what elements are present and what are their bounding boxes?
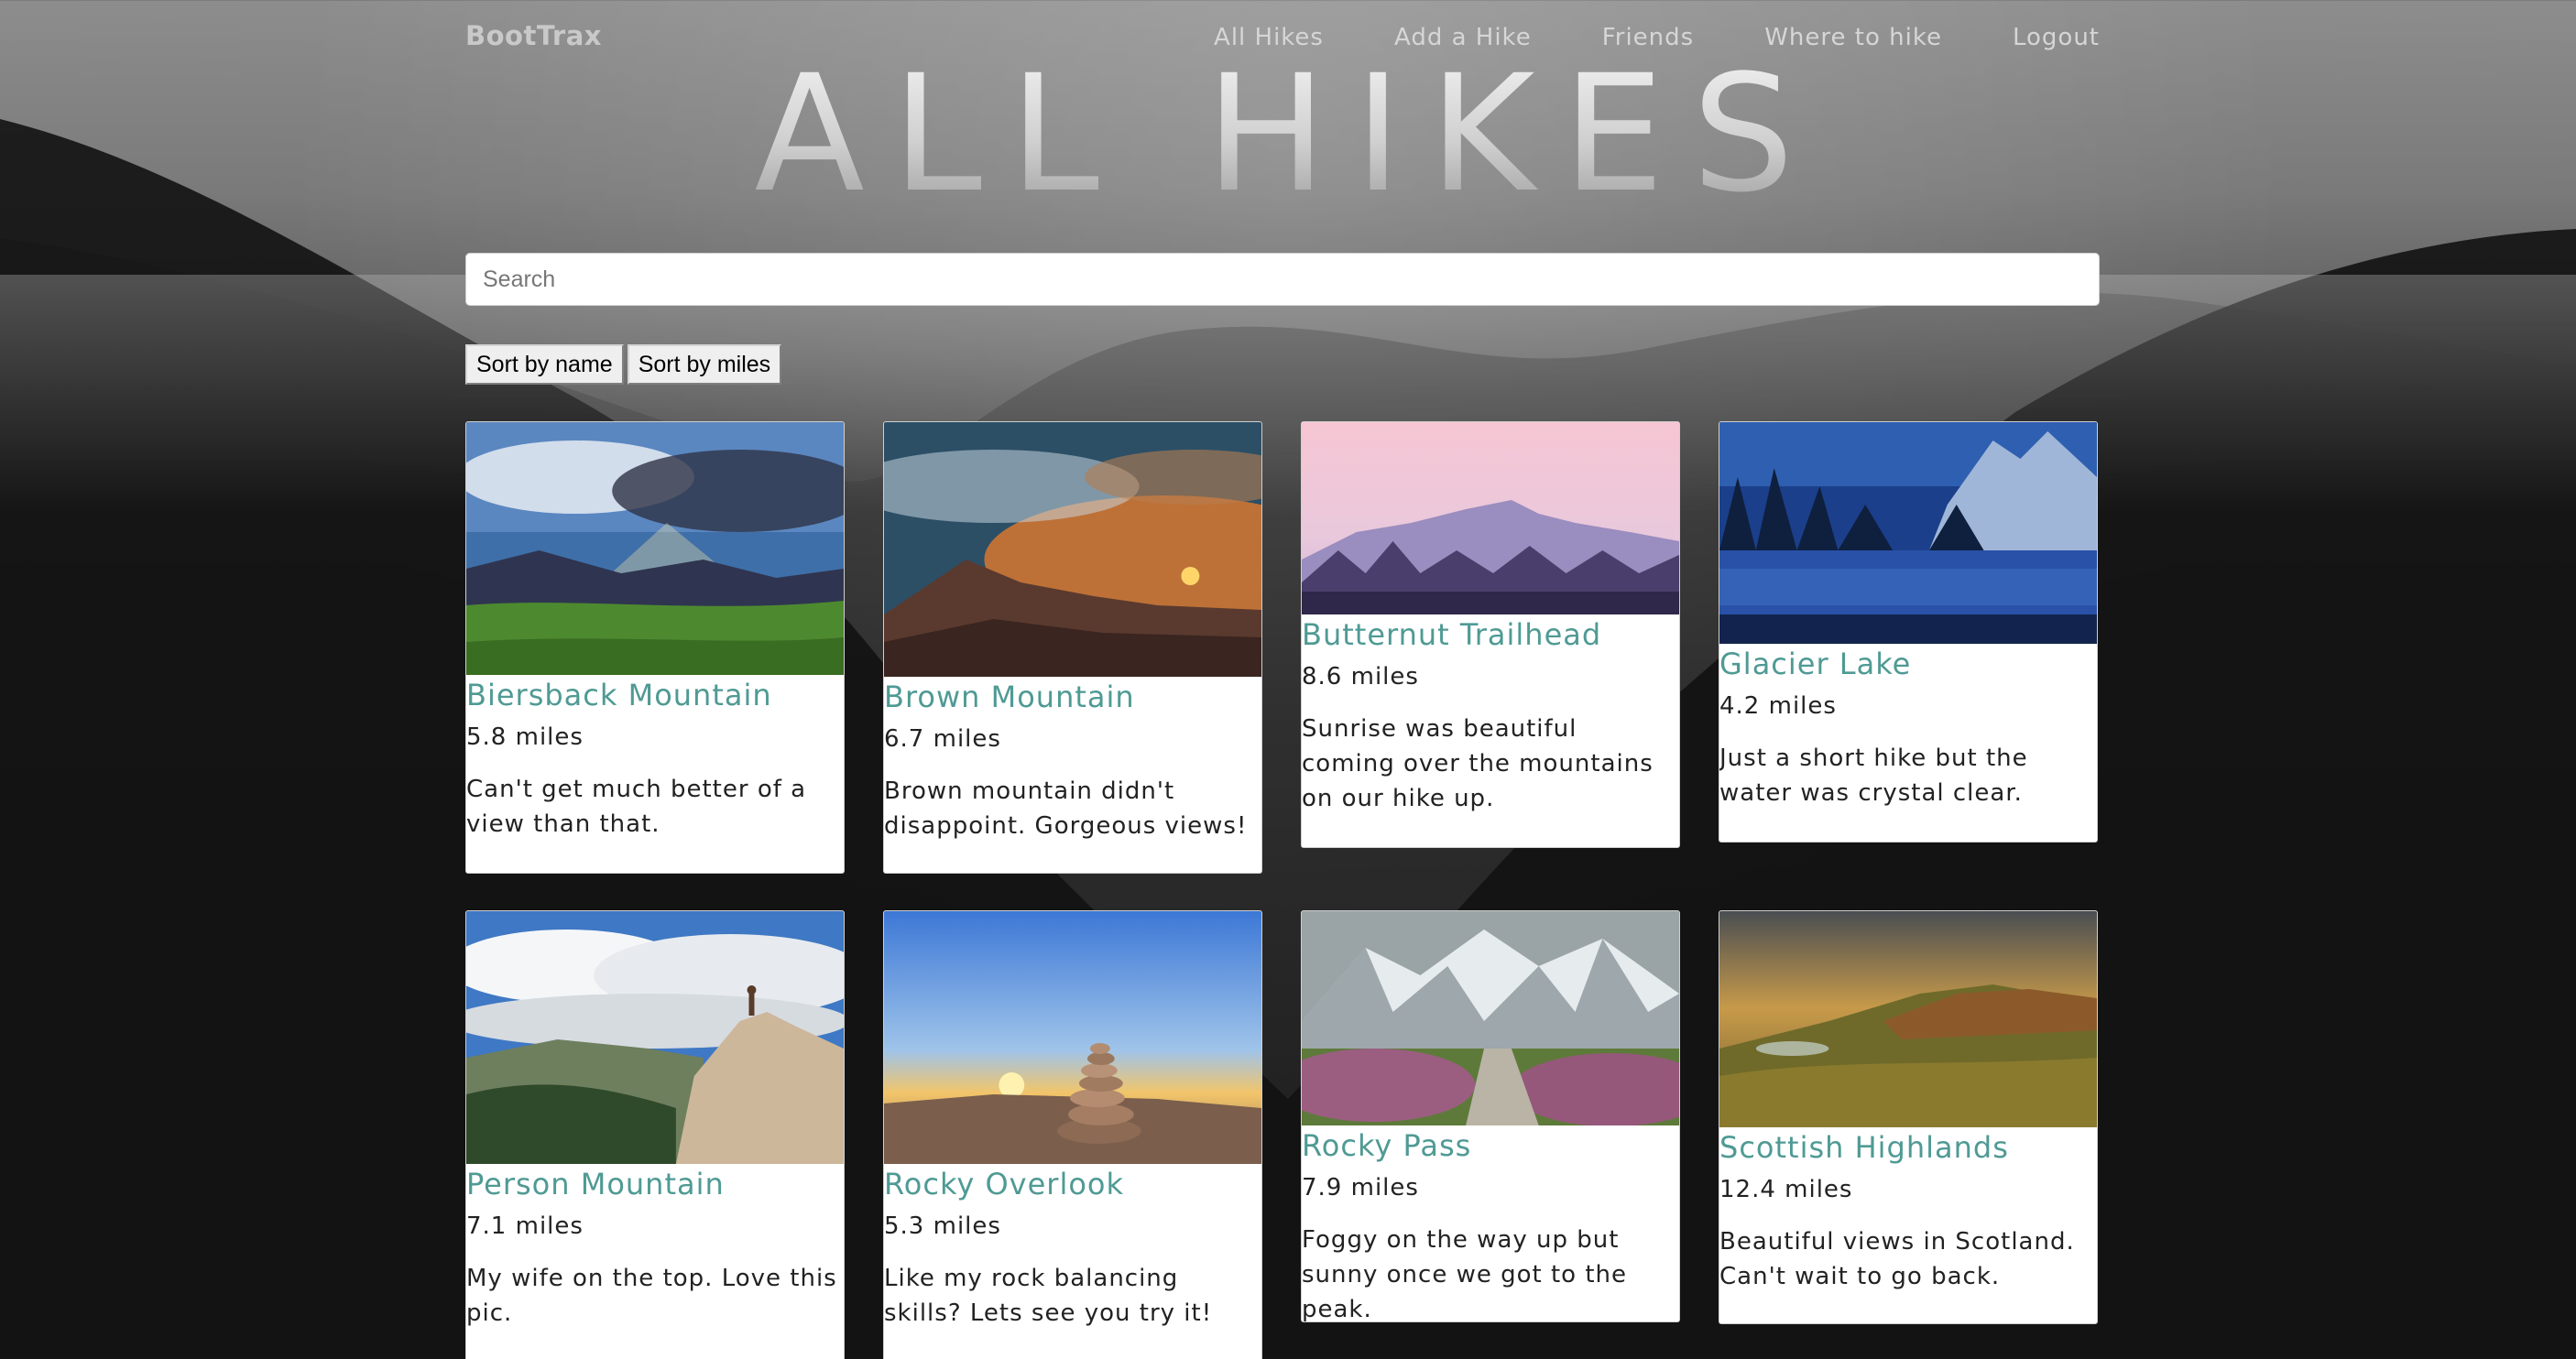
- hike-miles: 7.9 miles: [1302, 1174, 1419, 1201]
- hike-description: My wife on the top. Love this pic.: [466, 1265, 837, 1327]
- highlands-photo: [1719, 911, 2097, 1127]
- hike-name[interactable]: Rocky Overlook: [884, 1166, 1261, 1202]
- hike-miles: 5.8 miles: [466, 723, 584, 751]
- hike-miles: 6.7 miles: [884, 725, 1001, 753]
- hike-description: Can't get much better of a view than tha…: [466, 776, 807, 838]
- hike-card[interactable]: Brown Mountain 6.7 miles Brown mountain …: [883, 421, 1262, 874]
- hike-card[interactable]: Biersback Mountain 5.8 miles Can't get m…: [465, 421, 845, 874]
- hike-name[interactable]: Person Mountain: [466, 1166, 844, 1202]
- rock-cairn-photo: [884, 911, 1261, 1164]
- hike-name[interactable]: Biersback Mountain: [466, 677, 844, 713]
- mountain-sunrays-photo: [466, 422, 844, 675]
- hike-card[interactable]: Person Mountain 7.1 miles My wife on the…: [465, 910, 845, 1359]
- brand-logo[interactable]: BootTrax: [465, 20, 602, 51]
- hike-card[interactable]: Glacier Lake 4.2 miles Just a short hike…: [1719, 421, 2098, 843]
- hike-description: Brown mountain didn't disappoint. Gorgeo…: [884, 777, 1248, 840]
- hike-miles: 5.3 miles: [884, 1212, 1001, 1240]
- hike-miles: 7.1 miles: [466, 1212, 584, 1240]
- mountain-sunset-photo: [884, 422, 1261, 677]
- stone-path-photo: [1302, 911, 1679, 1125]
- blue-lake-photo: [1719, 422, 2097, 644]
- hike-name[interactable]: Glacier Lake: [1719, 646, 2097, 682]
- hike-miles: 4.2 miles: [1719, 692, 1837, 720]
- search-input[interactable]: [465, 253, 2100, 306]
- cliff-summit-photo: [466, 911, 844, 1164]
- hike-description: Beautiful views in Scotland. Can't wait …: [1719, 1228, 2075, 1290]
- hike-card[interactable]: Rocky Pass 7.9 miles Foggy on the way up…: [1301, 910, 1680, 1322]
- page-title: ALL HIKES: [0, 48, 2576, 222]
- hike-card[interactable]: Rocky Overlook 5.3 miles Like my rock ba…: [883, 910, 1262, 1359]
- hike-name[interactable]: Scottish Highlands: [1719, 1129, 2097, 1166]
- hike-miles: 8.6 miles: [1302, 663, 1419, 690]
- sort-controls: Sort by name Sort by miles: [465, 344, 785, 385]
- hike-name[interactable]: Butternut Trailhead: [1302, 616, 1679, 653]
- hike-card[interactable]: Butternut Trailhead 8.6 miles Sunrise wa…: [1301, 421, 1680, 848]
- sort-by-miles-button[interactable]: Sort by miles: [627, 344, 782, 385]
- hike-name[interactable]: Rocky Pass: [1302, 1127, 1679, 1164]
- hike-miles: 12.4 miles: [1719, 1176, 1853, 1203]
- hike-card[interactable]: Scottish Highlands 12.4 miles Beautiful …: [1719, 910, 2098, 1324]
- hike-name[interactable]: Brown Mountain: [884, 679, 1261, 715]
- hike-description: Like my rock balancing skills? Lets see …: [884, 1265, 1213, 1327]
- hike-description: Sunrise was beautiful coming over the mo…: [1302, 715, 1654, 812]
- hike-description: Just a short hike but the water was crys…: [1719, 745, 2028, 807]
- hike-description: Foggy on the way up but sunny once we go…: [1302, 1226, 1628, 1322]
- sort-by-name-button[interactable]: Sort by name: [465, 344, 624, 385]
- pink-sky-mountains-photo: [1302, 422, 1679, 614]
